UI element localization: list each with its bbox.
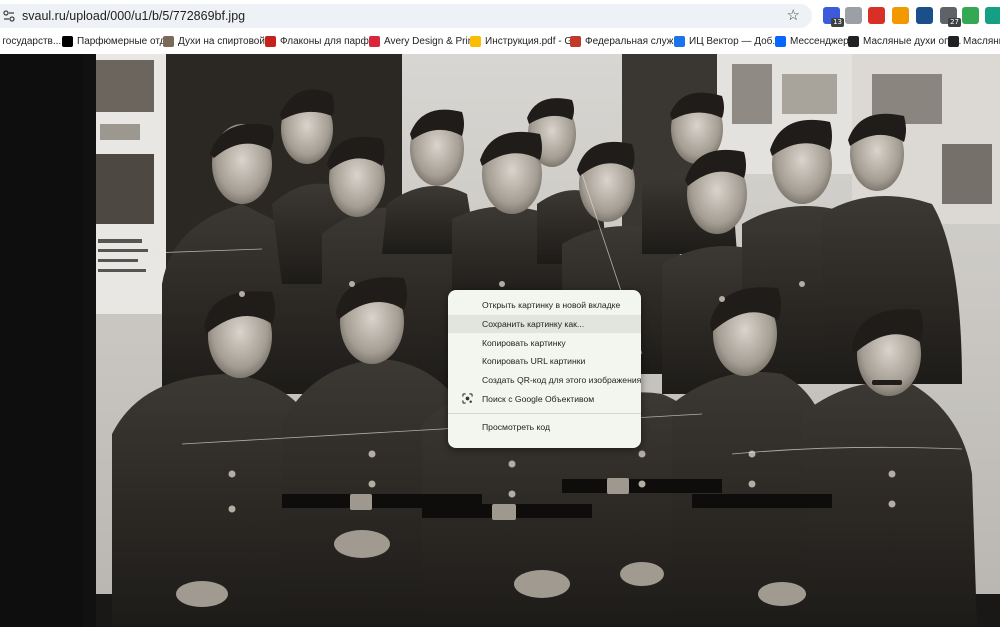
pdf-favicon-icon — [265, 35, 276, 47]
fedslugba-favicon-icon — [570, 35, 581, 47]
menu-save-image-as[interactable]: Сохранить картинку как... — [448, 314, 641, 334]
bookmark-item[interactable]: Федеральная служ... — [570, 34, 682, 48]
extension-badge: 13 — [831, 18, 844, 27]
menu-copy-image[interactable]: Копировать картинку — [448, 333, 641, 352]
bookmark-item[interactable]: Avery Design & Prin... — [369, 34, 482, 48]
context-menu: Открыть картинку в новой вкладке Сохранит… — [448, 290, 641, 448]
menu-item-label: Копировать картинку — [482, 337, 566, 348]
bookmark-label: Avery Design & Prin... — [384, 35, 482, 47]
checkbox-extension-icon[interactable] — [916, 7, 933, 24]
google-lens-icon — [462, 393, 473, 405]
bookmark-label: Масляные — [963, 35, 1000, 47]
google-drive-icon — [470, 35, 481, 47]
bookmark-item[interactable]: ИЦ Вектор — Доб... — [674, 34, 781, 48]
menu-item-label: Поиск с Google Объективом — [482, 393, 595, 404]
bookmark-item[interactable]: Флаконы для парф... — [265, 34, 377, 48]
mouse-extension-icon[interactable] — [845, 7, 862, 24]
fire-extension-icon[interactable] — [892, 7, 909, 24]
menu-item-label: Копировать URL картинки — [482, 356, 586, 367]
menu-search-google-lens[interactable]: Поиск с Google Объективом — [448, 389, 641, 408]
bookmark-label: Мессенджер — [790, 35, 849, 47]
house-extension-icon[interactable]: 13 — [823, 7, 844, 27]
dark-square-favicon-icon — [848, 35, 859, 47]
address-bar-row: svaul.ru/upload/000/u1/b/5/772869bf.jpg … — [0, 0, 1000, 30]
menu-item-label: Создать QR-код для этого изображения — [482, 375, 642, 386]
dark-square-favicon-icon — [948, 35, 959, 47]
bookmark-item[interactable]: Инструкция.pdf - G... — [470, 34, 581, 48]
menu-create-qr-code[interactable]: Создать QR-код для этого изображения — [448, 371, 641, 390]
bookmark-item[interactable]: Мессенджер — [775, 34, 849, 48]
extension-badge: 27 — [948, 18, 961, 27]
bookmark-label: Парфюмерные отд... — [77, 35, 174, 47]
menu-separator — [448, 413, 641, 415]
menu-open-image-new-tab[interactable]: Открыть картинку в новой вкладке — [448, 296, 641, 315]
menu-copy-image-url[interactable]: Копировать URL картинки — [448, 352, 641, 371]
menu-item-label: Сохранить картинку как... — [482, 319, 585, 330]
bookmark-item[interactable]: Масляные — [948, 34, 1000, 48]
bookmark-item[interactable]: Парфюмерные отд... — [62, 34, 174, 48]
image-viewer: Открыть картинку в новой вкладке Сохранит… — [0, 54, 1000, 627]
bookmark-item[interactable]: о государств... — [0, 34, 61, 48]
menu-item-label: Просмотреть код — [482, 422, 551, 433]
bookmark-label: Масляные духи опт... — [863, 35, 962, 47]
url-text[interactable]: svaul.ru/upload/000/u1/b/5/772869bf.jpg — [22, 9, 245, 23]
grammarly-extension-icon[interactable] — [985, 7, 1000, 24]
messenger-icon — [775, 35, 786, 47]
bookmarks-bar: о государств... Парфюмерные отд... Духи на… — [0, 30, 1000, 52]
bookmark-item[interactable]: Масляные духи опт... — [848, 34, 961, 48]
bag-extension-icon[interactable]: 27 — [940, 7, 961, 27]
vector-favicon-icon — [674, 35, 685, 47]
avery-favicon-icon — [369, 35, 380, 47]
photo-favicon-icon — [163, 35, 174, 47]
y-logo-icon — [62, 35, 73, 47]
menu-inspect[interactable]: Просмотреть код — [448, 418, 641, 437]
bookmark-label: Флаконы для парф... — [280, 35, 378, 47]
bookmark-label: о государств... — [0, 35, 62, 47]
bookmark-label: ИЦ Вектор — Доб... — [689, 35, 781, 47]
bookmark-item[interactable]: Духи на спиртовой... — [163, 34, 273, 48]
bookmark-label: Духи на спиртовой... — [178, 35, 274, 47]
address-bar[interactable]: svaul.ru/upload/000/u1/b/5/772869bf.jpg … — [0, 4, 812, 28]
menu-item-label: Открыть картинку в новой вкладке — [482, 300, 621, 311]
adobe-acrobat-icon[interactable] — [868, 7, 885, 24]
bookmark-star-icon[interactable]: ☆ — [787, 6, 800, 24]
bookmark-label: Инструкция.pdf - G... — [485, 35, 581, 47]
bookmark-label: Федеральная служ... — [585, 35, 682, 47]
browser-chrome: svaul.ru/upload/000/u1/b/5/772869bf.jpg … — [0, 0, 1000, 54]
green-circle-extension-icon[interactable] — [962, 7, 979, 24]
site-info-icon[interactable] — [2, 9, 16, 23]
